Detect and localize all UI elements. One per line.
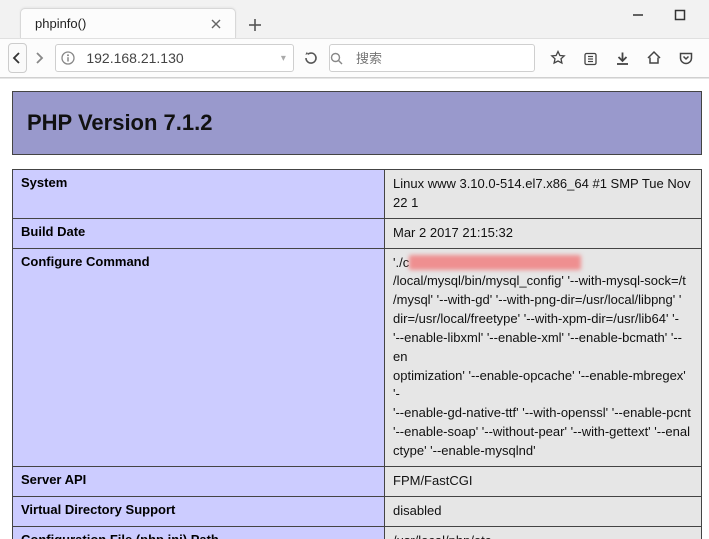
info-key: Configure Command	[13, 248, 385, 466]
table-row: Build DateMar 2 2017 21:15:32	[13, 218, 702, 248]
window-maximize-button[interactable]	[673, 8, 687, 22]
info-key: Build Date	[13, 218, 385, 248]
phpinfo-header: PHP Version 7.1.2	[12, 91, 702, 155]
window-minimize-button[interactable]	[631, 8, 645, 22]
info-key: System	[13, 170, 385, 219]
address-bar[interactable]: ▾	[55, 44, 294, 72]
page-title: PHP Version 7.1.2	[27, 110, 687, 136]
info-value: Linux www 3.10.0-514.el7.x86_64 #1 SMP T…	[385, 170, 702, 219]
url-dropdown-icon[interactable]: ▾	[273, 53, 293, 64]
info-value: Mar 2 2017 21:15:32	[385, 218, 702, 248]
forward-button[interactable]	[31, 44, 48, 72]
page-viewport: PHP Version 7.1.2 SystemLinux www 3.10.0…	[0, 78, 709, 539]
info-value: disabled	[385, 496, 702, 526]
new-tab-button[interactable]	[242, 12, 268, 38]
table-row: Server APIFPM/FastCGI	[13, 466, 702, 496]
info-value: './cxxxxxxxx/local/mysql/bin/mysql_confi…	[385, 248, 702, 466]
back-button[interactable]	[8, 43, 27, 73]
table-row: Virtual Directory Supportdisabled	[13, 496, 702, 526]
pocket-icon[interactable]	[677, 49, 695, 67]
info-key: Server API	[13, 466, 385, 496]
info-key: Virtual Directory Support	[13, 496, 385, 526]
browser-toolbar: ▾	[0, 38, 709, 78]
search-icon	[330, 52, 354, 65]
reload-button[interactable]	[302, 44, 319, 72]
table-row: Configuration File (php.ini) Path/usr/lo…	[13, 526, 702, 539]
downloads-icon[interactable]	[613, 49, 631, 67]
table-row: SystemLinux www 3.10.0-514.el7.x86_64 #1…	[13, 170, 702, 219]
info-key: Configuration File (php.ini) Path	[13, 526, 385, 539]
tab-close-button[interactable]	[207, 15, 225, 33]
tab-title: phpinfo()	[35, 16, 207, 31]
url-input[interactable]	[80, 50, 273, 66]
site-info-icon[interactable]	[56, 51, 80, 65]
home-icon[interactable]	[645, 49, 663, 67]
browser-tab-active[interactable]: phpinfo()	[20, 8, 236, 38]
info-value: FPM/FastCGI	[385, 466, 702, 496]
bookmark-star-icon[interactable]	[549, 49, 567, 67]
table-row: Configure Command'./cxxxxxxxx/local/mysq…	[13, 248, 702, 466]
browser-tabbar: phpinfo()	[0, 0, 709, 38]
search-input[interactable]	[354, 50, 534, 67]
phpinfo-table: SystemLinux www 3.10.0-514.el7.x86_64 #1…	[12, 169, 702, 539]
info-value: /usr/local/php/etc	[385, 526, 702, 539]
search-bar[interactable]	[329, 44, 535, 72]
library-icon[interactable]	[581, 49, 599, 67]
